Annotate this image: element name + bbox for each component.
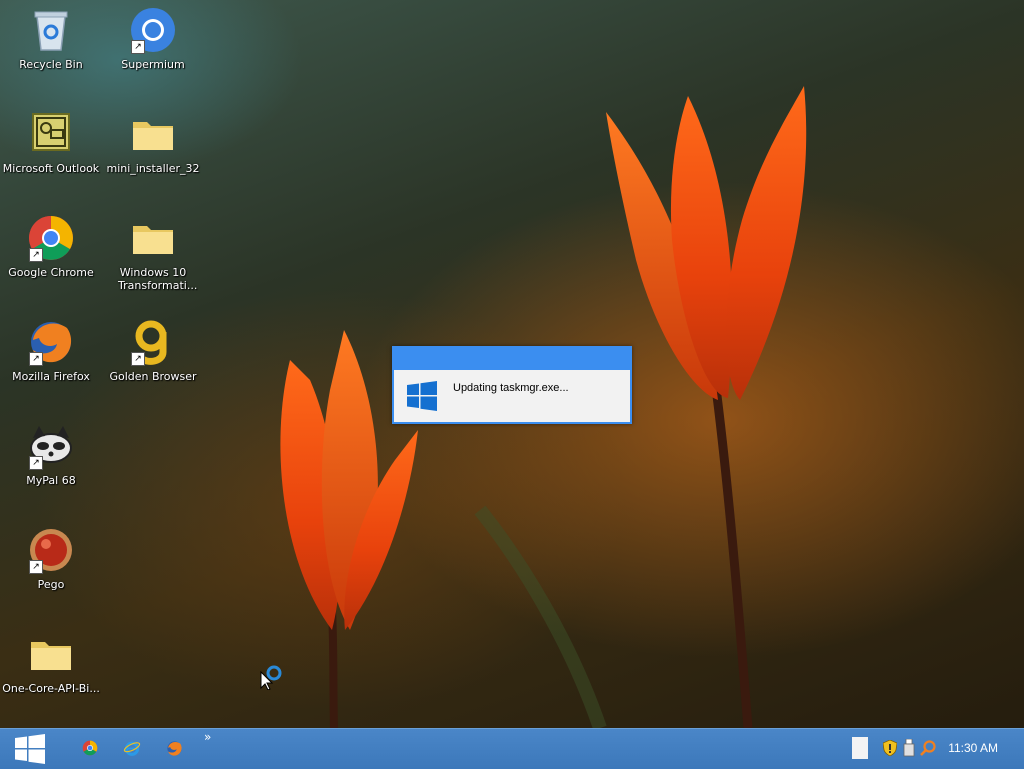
- taskbar-clock[interactable]: 11:30 AM: [948, 741, 998, 755]
- tray-input-indicator[interactable]: [852, 737, 868, 759]
- desktop-icon-mini-installer-32[interactable]: mini_installer_32: [103, 110, 203, 175]
- desktop-icon-mypal-68[interactable]: ↗ MyPal 68: [1, 422, 101, 487]
- shortcut-arrow-icon: ↗: [29, 352, 43, 366]
- desktop-icon-label: Golden Browser: [109, 370, 197, 383]
- supermium-icon: ↗: [129, 6, 177, 54]
- internet-explorer-icon: [123, 741, 141, 756]
- shortcut-arrow-icon: ↗: [131, 352, 145, 366]
- update-dialog-message: Updating taskmgr.exe...: [453, 382, 569, 394]
- recycle-bin-icon: [27, 6, 75, 54]
- desktop-icon-label: Pego: [37, 578, 65, 591]
- shortcut-arrow-icon: ↗: [29, 560, 43, 574]
- folder-icon: [129, 214, 177, 262]
- folder-icon: [27, 630, 75, 678]
- desktop-icon-google-chrome[interactable]: ↗ Google Chrome: [1, 214, 101, 279]
- desktop-icon-pego[interactable]: ↗ Pego: [1, 526, 101, 591]
- tray-security-button[interactable]: [882, 729, 898, 769]
- windows-start-icon: [15, 734, 45, 764]
- chrome-icon: [82, 740, 98, 756]
- desktop-icon-label: Google Chrome: [8, 266, 94, 279]
- desktop-icon-supermium[interactable]: ↗ Supermium: [103, 6, 203, 71]
- busy-cursor-icon: [260, 665, 282, 690]
- chevron-double-right-icon: »: [204, 730, 212, 744]
- outlook-icon: [27, 110, 75, 158]
- taskbar-chrome-button[interactable]: [78, 729, 102, 769]
- shortcut-arrow-icon: ↗: [29, 248, 43, 262]
- taskbar-overflow-button[interactable]: »: [200, 729, 216, 769]
- desktop-icon-windows-10-transformation[interactable]: Windows 10 Transformati...: [103, 214, 203, 292]
- windows-logo-icon: [407, 381, 437, 411]
- chrome-icon: ↗: [27, 214, 75, 262]
- shield-icon: [883, 740, 897, 756]
- desktop-icon-label: MyPal 68: [26, 474, 76, 487]
- desktop-icon-label: Supermium: [121, 58, 185, 71]
- desktop-icon-label: Recycle Bin: [19, 58, 83, 71]
- folder-icon: [129, 110, 177, 158]
- firefox-icon: [167, 741, 182, 756]
- desktop-icon-label: Microsoft Outlook: [2, 162, 100, 175]
- tray-usb-button[interactable]: [901, 729, 917, 769]
- start-button[interactable]: [0, 729, 58, 769]
- update-dialog-body: Updating taskmgr.exe...: [394, 370, 630, 422]
- desktop-icon-microsoft-outlook[interactable]: Microsoft Outlook: [1, 110, 101, 175]
- desktop-icon-golden-browser[interactable]: ↗ Golden Browser: [103, 318, 203, 383]
- golden-browser-icon: ↗: [129, 318, 177, 366]
- desktop-icon-label: Windows 10 Transformati...: [118, 266, 198, 292]
- desktop-icon-label: Mozilla Firefox: [12, 370, 90, 383]
- shortcut-arrow-icon: ↗: [29, 456, 43, 470]
- tray-search-button[interactable]: [919, 729, 937, 769]
- desktop-icon-one-core-api[interactable]: One-Core-API-Bi...: [1, 630, 101, 695]
- taskbar: » 11:30 AM: [0, 728, 1024, 769]
- desktop-icon-label: One-Core-API-Bi...: [2, 682, 100, 695]
- pego-icon: ↗: [27, 526, 75, 574]
- firefox-icon: ↗: [27, 318, 75, 366]
- desktop-icon-mozilla-firefox[interactable]: ↗ Mozilla Firefox: [1, 318, 101, 383]
- desktop-icon-recycle-bin[interactable]: Recycle Bin: [1, 6, 101, 71]
- taskbar-firefox-button[interactable]: [162, 729, 186, 769]
- update-dialog: Updating taskmgr.exe...: [392, 346, 632, 424]
- usb-icon: [903, 739, 915, 757]
- desktop-icon-label: mini_installer_32: [106, 162, 200, 175]
- search-icon: [920, 740, 936, 756]
- taskbar-ie-button[interactable]: [120, 729, 144, 769]
- mypal-icon: ↗: [27, 422, 75, 470]
- desktop[interactable]: Recycle Bin Microsoft Outlook ↗ Google C…: [0, 0, 1024, 728]
- shortcut-arrow-icon: ↗: [131, 40, 145, 54]
